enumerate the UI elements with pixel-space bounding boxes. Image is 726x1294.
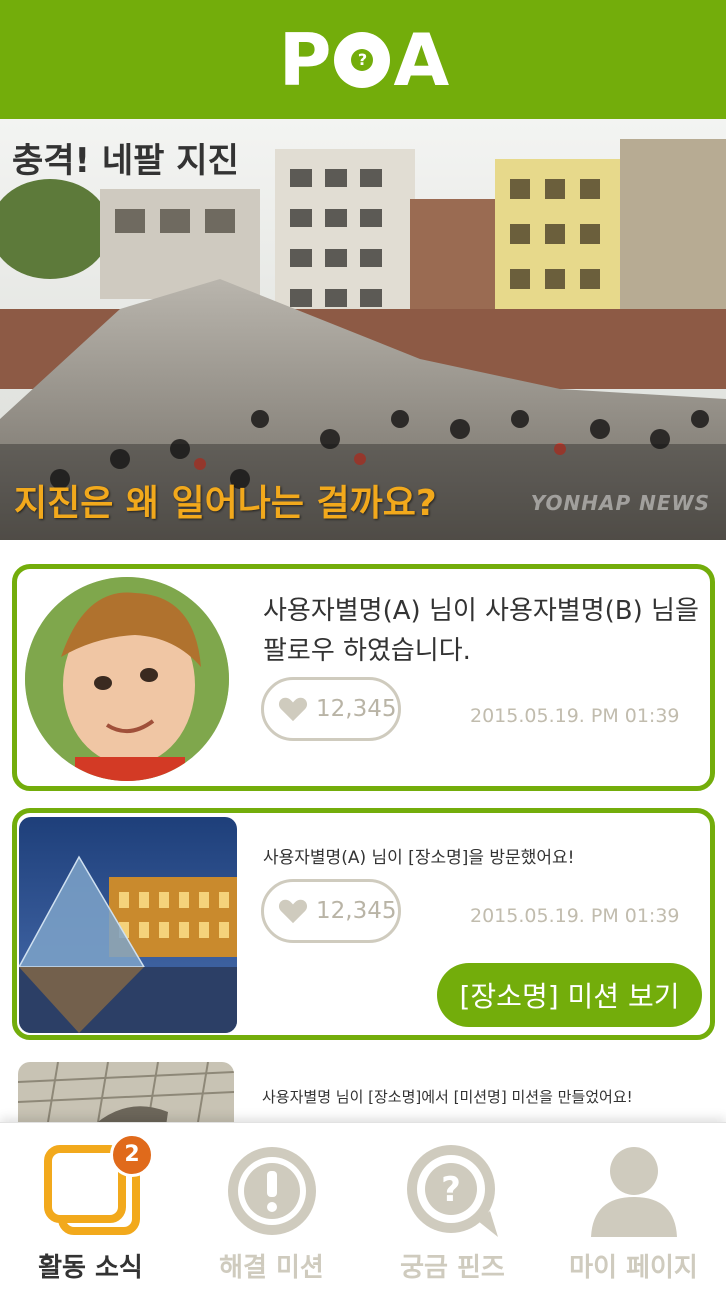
notification-badge: 2 [110,1133,154,1177]
exclamation-icon [227,1147,316,1235]
feed-card-follow[interactable]: 사용자별명(A) 님이 사용자별명(B) 님을 팔로우 하였습니다. 12,34… [12,564,715,791]
banner-title: 충격! 네팔 지진 [12,141,239,181]
heart-icon [278,899,308,924]
tab-label: 궁금 핀즈 [400,1253,505,1283]
view-mission-button[interactable]: [장소명] 미션 보기 [437,963,702,1027]
svg-text:?: ? [441,1170,461,1210]
like-button[interactable]: 12,345 [261,677,401,741]
feed-message: 사용자별명 님이 [장소명]에서 [미션명] 미션을 만들었어요! [262,1088,633,1106]
feed-message: 사용자별명(A) 님이 사용자별명(B) 님을 팔로우 하였습니다. [263,596,699,666]
feed-message: 사용자별명(A) 님이 [장소명]을 방문했어요! [263,848,575,868]
app-header: P? A [0,0,726,119]
question-bubble-icon: ? [406,1145,498,1237]
heart-icon [278,697,308,722]
tab-curious-pins[interactable]: ? 궁금 핀즈 [362,1123,543,1294]
person-icon [590,1147,677,1237]
avatar-photo [25,577,229,781]
app-logo[interactable]: P? A [0,0,726,119]
louvre-photo [19,817,237,1033]
like-count: 12,345 [316,898,397,924]
tab-solve-mission[interactable]: 해결 미션 [181,1123,362,1294]
tab-activity-news[interactable]: 2 활동 소식 [0,1123,181,1294]
bottom-tab-bar: 2 활동 소식 해결 미션 ? 궁금 핀즈 마이 페이지 [0,1122,726,1294]
like-count: 12,345 [316,696,397,722]
photo-watermark: YONHAP NEWS [530,491,710,515]
tab-label: 해결 미션 [219,1253,324,1283]
news-banner[interactable]: 충격! 네팔 지진 지진은 왜 일어나는 걸까요? YONHAP NEWS [0,119,726,540]
user-avatar[interactable] [25,577,229,781]
feed-timestamp: 2015.05.19. PM 01:39 [470,905,680,927]
feed-card-visit[interactable]: 사용자별명(A) 님이 [장소명]을 방문했어요! 12,345 2015.05… [12,808,715,1040]
tab-label: 활동 소식 [38,1253,143,1283]
tab-my-page[interactable]: 마이 페이지 [543,1123,724,1294]
banner-question: 지진은 왜 일어나는 걸까요? [14,483,437,524]
feed-timestamp: 2015.05.19. PM 01:39 [470,705,680,727]
place-thumbnail[interactable] [19,817,237,1033]
like-button[interactable]: 12,345 [261,879,401,943]
tab-label: 마이 페이지 [569,1253,698,1283]
